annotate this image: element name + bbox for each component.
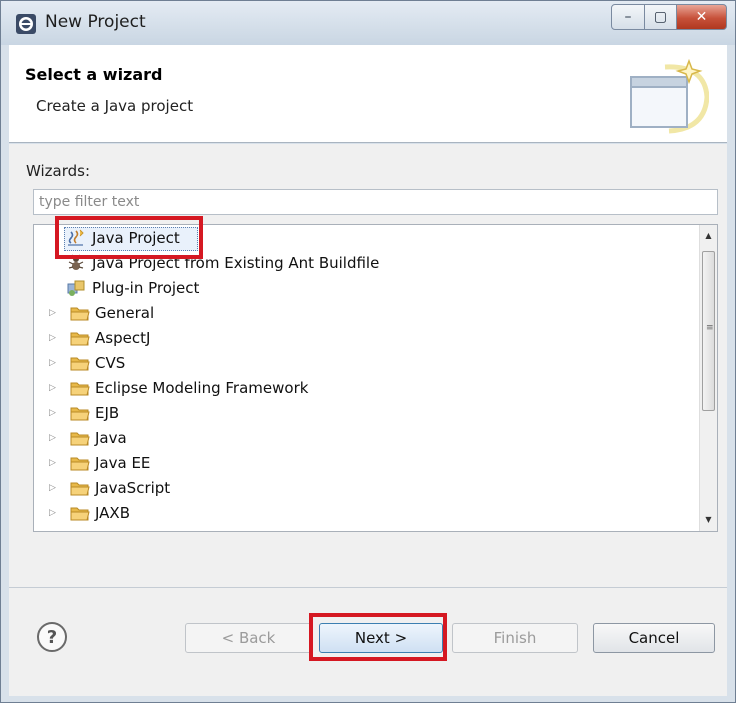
close-icon: ✕ — [695, 9, 708, 25]
expand-icon[interactable]: ▷ — [49, 407, 61, 419]
maximize-button[interactable]: ▢ — [645, 4, 677, 30]
tree-item-label: Plug-in Project — [92, 279, 200, 297]
tree-item-label: AspectJ — [95, 329, 151, 347]
minimize-icon: – — [624, 9, 632, 25]
window-controls: – ▢ ✕ — [611, 4, 727, 30]
scroll-up-icon[interactable]: ▲ — [700, 227, 717, 245]
folder-icon — [70, 479, 90, 497]
back-button[interactable]: < Back — [185, 623, 312, 653]
wizards-label: Wizards: — [26, 162, 91, 180]
tree-item[interactable]: ▷ Eclipse Modeling Framework — [34, 376, 684, 401]
tree-item[interactable]: Plug-in Project — [34, 276, 684, 301]
plugin-icon — [66, 279, 86, 297]
expand-icon[interactable]: ▷ — [49, 382, 61, 394]
tree-item-label: Java — [95, 429, 127, 447]
filter-input[interactable] — [33, 189, 718, 215]
folder-icon — [70, 304, 90, 322]
tree-item[interactable]: ▷ EJB — [34, 401, 684, 426]
maximize-icon: ▢ — [653, 9, 668, 25]
tree-item-label: Eclipse Modeling Framework — [95, 379, 309, 397]
tree-item[interactable]: ▷ AspectJ — [34, 326, 684, 351]
window-title: New Project — [45, 12, 146, 32]
folder-icon — [70, 329, 90, 347]
tree-item-label: JAXB — [95, 504, 130, 522]
grip-icon: ≡ — [706, 323, 714, 333]
tree-item-label: Java EE — [95, 454, 151, 472]
wizard-content: Wizards: Java ProjectJava Project from E… — [9, 144, 727, 696]
expand-icon[interactable]: ▷ — [49, 332, 61, 344]
tree-item[interactable]: ▷ Java — [34, 426, 684, 451]
help-icon: ? — [46, 626, 58, 648]
tree-item-label: JavaScript — [95, 479, 171, 497]
highlight-next-button — [309, 613, 447, 661]
folder-icon — [70, 454, 90, 472]
title-bar[interactable]: New Project – ▢ ✕ — [1, 1, 735, 45]
expand-icon[interactable]: ▷ — [49, 432, 61, 444]
finish-button[interactable]: Finish — [452, 623, 578, 653]
folder-icon — [70, 404, 90, 422]
tree-item-label: CVS — [95, 354, 126, 372]
tree-item-label: General — [95, 304, 155, 322]
page-description: Create a Java project — [36, 97, 194, 115]
expand-icon[interactable]: ▷ — [49, 457, 61, 469]
help-button[interactable]: ? — [37, 622, 67, 652]
highlight-java-project — [55, 216, 203, 259]
tree-scrollbar[interactable]: ▲ ≡ ▼ — [699, 225, 717, 531]
minimize-button[interactable]: – — [611, 4, 645, 30]
scroll-thumb[interactable]: ≡ — [702, 251, 715, 411]
wizard-tree[interactable]: Java Project Java Project from Existing A… — [33, 224, 718, 532]
new-project-window: New Project – ▢ ✕ Select a wizard Create… — [0, 0, 736, 703]
wizard-banner: Select a wizard Create a Java project — [9, 45, 727, 143]
cancel-button[interactable]: Cancel — [593, 623, 715, 653]
expand-icon[interactable]: ▷ — [49, 507, 61, 519]
tree-item[interactable]: ▷ JavaScript — [34, 476, 684, 501]
tree-item[interactable]: ▷ General — [34, 301, 684, 326]
scroll-down-icon[interactable]: ▼ — [700, 511, 717, 529]
tree-item[interactable]: ▷ CVS — [34, 351, 684, 376]
close-button[interactable]: ✕ — [677, 4, 727, 30]
folder-icon — [70, 504, 90, 522]
expand-icon[interactable]: ▷ — [49, 357, 61, 369]
folder-icon — [70, 354, 90, 372]
tree-item-label: EJB — [95, 404, 120, 422]
expand-icon[interactable]: ▷ — [49, 307, 61, 319]
eclipse-icon — [16, 14, 36, 34]
footer-divider — [9, 587, 727, 588]
wizard-banner-icon — [630, 59, 709, 134]
tree-item[interactable]: ▷ Java EE — [34, 451, 684, 476]
folder-icon — [70, 429, 90, 447]
page-title: Select a wizard — [25, 65, 163, 84]
folder-icon — [70, 379, 90, 397]
tree-item[interactable]: ▷ JAXB — [34, 501, 684, 526]
expand-icon[interactable]: ▷ — [49, 482, 61, 494]
